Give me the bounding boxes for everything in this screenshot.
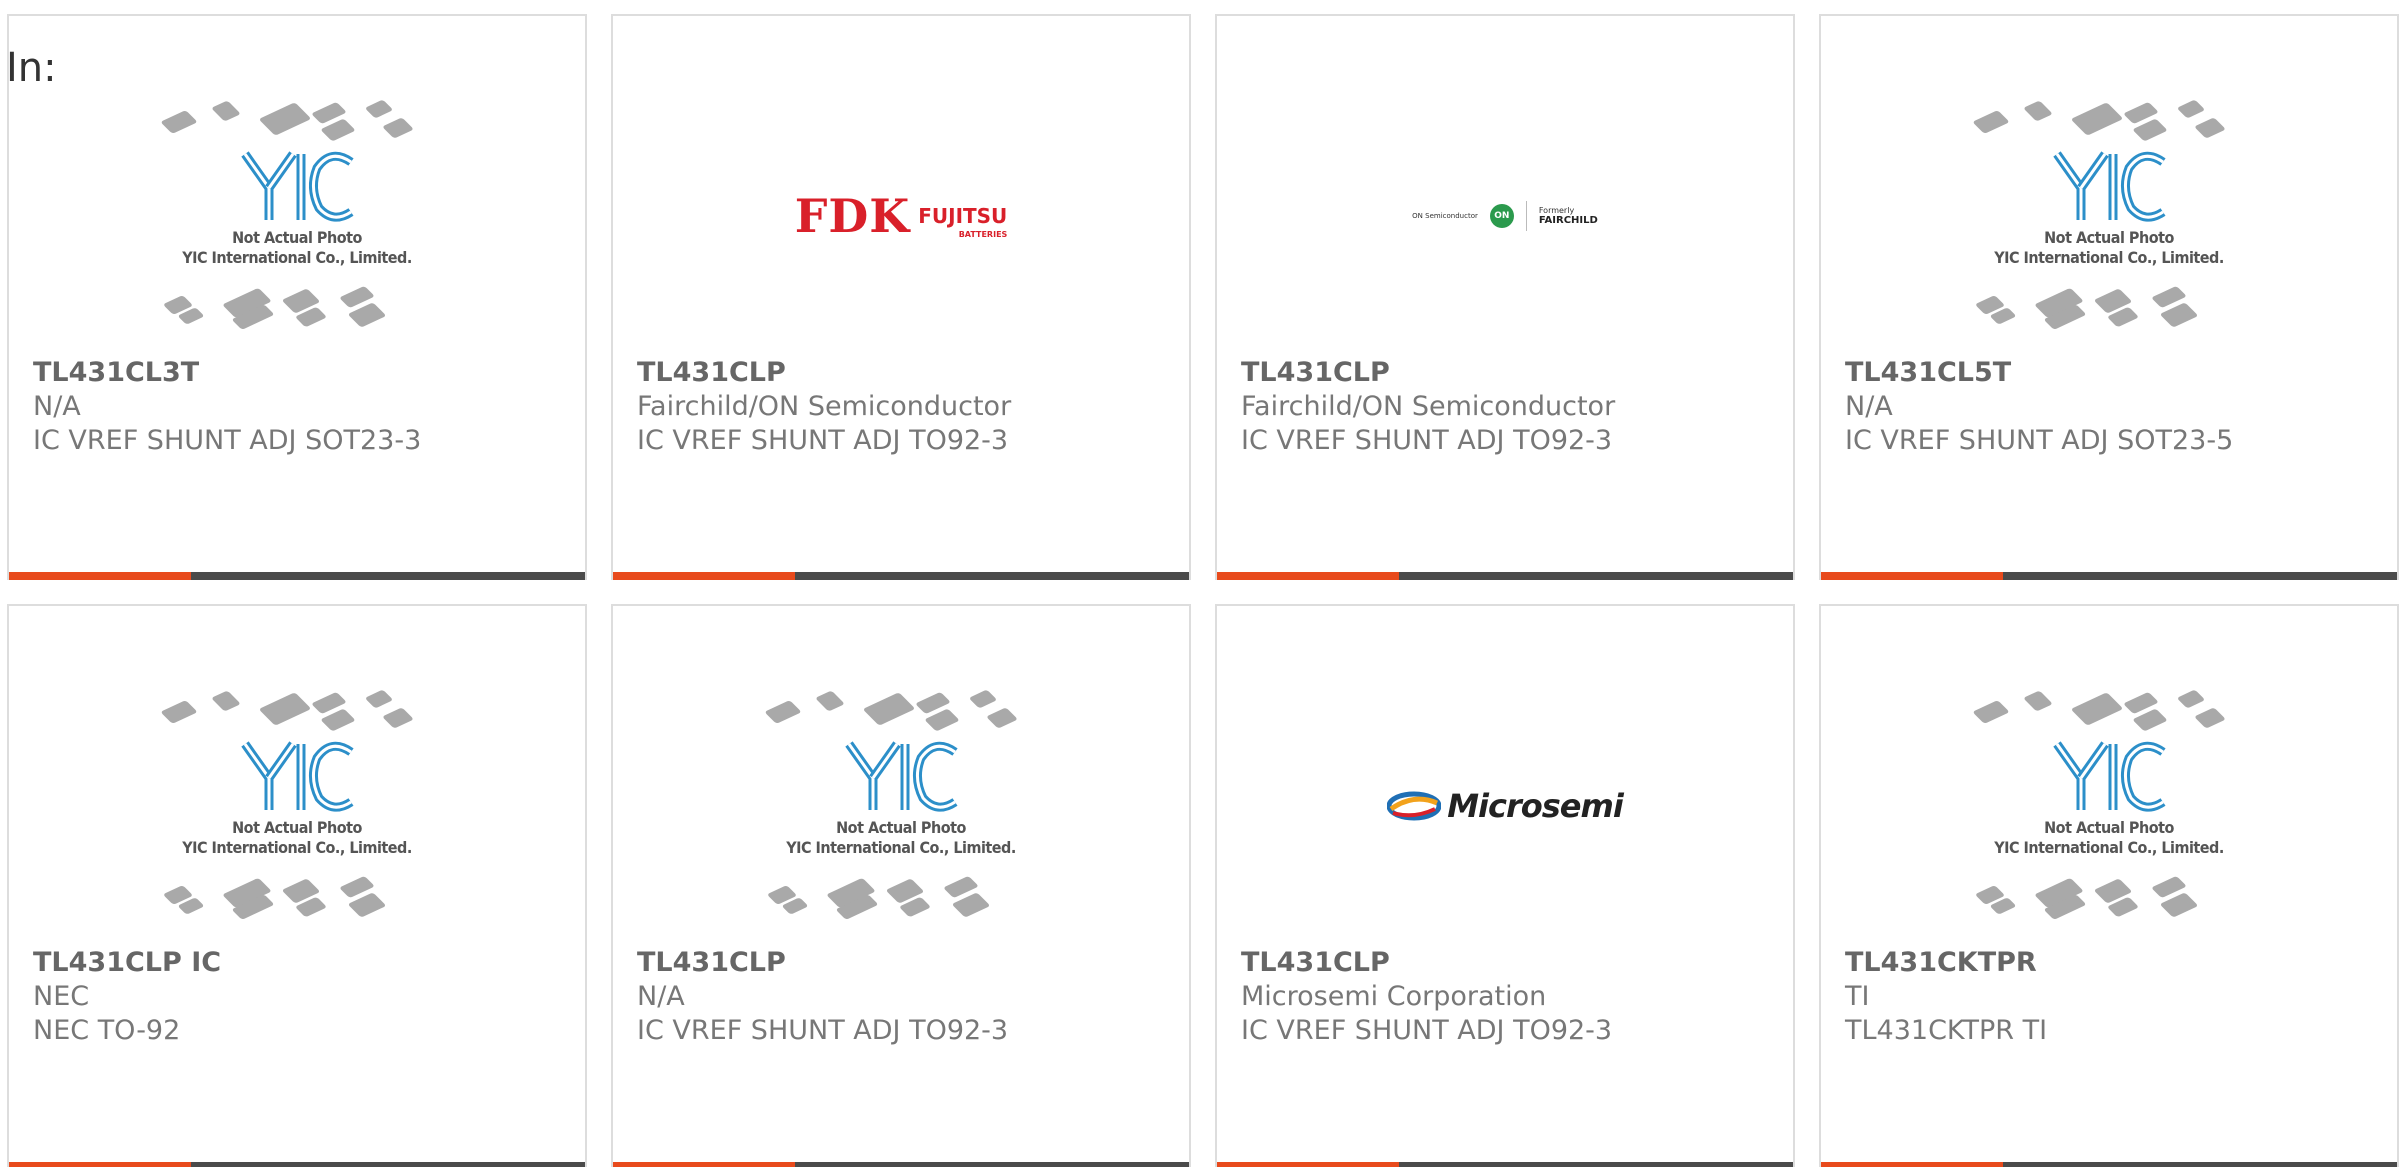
chip-shape bbox=[815, 690, 845, 712]
product-card[interactable]: Not Actual Photo YIC International Co., L… bbox=[1819, 604, 2399, 1167]
product-card[interactable]: FDK FUJITSU BATTERIES TL431CLP Fairchild… bbox=[611, 14, 1191, 580]
card-bar bbox=[1821, 572, 2397, 580]
manufacturer: N/A bbox=[33, 391, 81, 422]
placeholder-company: YIC International Co., Limited. bbox=[182, 248, 412, 267]
yic-placeholder-image: Not Actual Photo YIC International Co., L… bbox=[147, 96, 447, 336]
yic-placeholder-image: Not Actual Photo YIC International Co., L… bbox=[1959, 96, 2259, 336]
description: TL431CKTPR TI bbox=[1845, 1015, 2048, 1046]
chip-shape bbox=[160, 110, 198, 134]
product-image[interactable]: Microsemi bbox=[1217, 686, 1793, 926]
part-number[interactable]: TL431CLP bbox=[637, 946, 1179, 980]
manufacturer: Fairchild/ON Semiconductor bbox=[637, 391, 1012, 422]
fdk-fujitsu-logo: FDK FUJITSU BATTERIES bbox=[794, 189, 1008, 243]
card-bar bbox=[613, 1162, 1189, 1167]
chip-shape bbox=[1972, 700, 2010, 724]
product-card[interactable]: ON Semiconductor ON Formerly FAIRCHILD T… bbox=[1215, 14, 1795, 580]
description: IC VREF SHUNT ADJ SOT23-3 bbox=[33, 425, 422, 456]
microsemi-logo: Microsemi bbox=[1387, 787, 1624, 825]
yic-logo-icon bbox=[845, 741, 958, 812]
chip-shape bbox=[211, 100, 241, 122]
chip-shape bbox=[862, 692, 916, 726]
product-grid: Not Actual Photo YIC International Co., L… bbox=[7, 14, 2400, 1167]
microsemi-swirl-icon bbox=[1387, 791, 1442, 821]
product-image[interactable]: Not Actual Photo YIC International Co., L… bbox=[1821, 686, 2397, 926]
chip-shape bbox=[2194, 117, 2226, 139]
card-bar bbox=[9, 1162, 585, 1167]
chip-shape bbox=[258, 102, 312, 136]
product-image[interactable]: Not Actual Photo YIC International Co., L… bbox=[9, 96, 585, 336]
description: IC VREF SHUNT ADJ TO92-3 bbox=[637, 425, 1009, 456]
product-image[interactable]: Not Actual Photo YIC International Co., L… bbox=[1821, 96, 2397, 336]
chip-shape bbox=[2176, 689, 2206, 709]
chip-shape bbox=[211, 690, 241, 712]
yic-placeholder-image: Not Actual Photo YIC International Co., L… bbox=[147, 686, 447, 926]
part-number[interactable]: TL431CL5T bbox=[1845, 356, 2387, 390]
product-card[interactable]: Not Actual Photo YIC International Co., L… bbox=[611, 604, 1191, 1167]
part-number[interactable]: TL431CLP IC bbox=[33, 946, 575, 980]
chip-shape bbox=[764, 700, 802, 724]
chip-shape bbox=[2070, 102, 2124, 136]
description: IC VREF SHUNT ADJ SOT23-5 bbox=[1845, 425, 2234, 456]
product-card[interactable]: Not Actual Photo YIC International Co., L… bbox=[1819, 14, 2399, 580]
placeholder-company: YIC International Co., Limited. bbox=[786, 838, 1016, 857]
product-image[interactable]: Not Actual Photo YIC International Co., L… bbox=[613, 686, 1189, 926]
part-number[interactable]: TL431CKTPR bbox=[1845, 946, 2387, 980]
yic-placeholder-image: Not Actual Photo YIC International Co., L… bbox=[751, 686, 1051, 926]
chip-shape bbox=[364, 689, 394, 709]
chip-shape bbox=[2023, 690, 2053, 712]
placeholder-company: YIC International Co., Limited. bbox=[182, 838, 412, 857]
placeholder-company: YIC International Co., Limited. bbox=[1994, 838, 2224, 857]
manufacturer: Microsemi Corporation bbox=[1241, 981, 1547, 1012]
chip-shape bbox=[382, 707, 414, 729]
part-number[interactable]: TL431CLP bbox=[1241, 356, 1783, 390]
yic-logo-icon bbox=[241, 151, 354, 222]
manufacturer: TI bbox=[1845, 981, 1870, 1012]
onsemi-fairchild-logo: ON Semiconductor ON Formerly FAIRCHILD bbox=[1412, 201, 1598, 231]
product-image[interactable]: ON Semiconductor ON Formerly FAIRCHILD bbox=[1217, 96, 1793, 336]
placeholder-company: YIC International Co., Limited. bbox=[1994, 248, 2224, 267]
chip-shape bbox=[160, 700, 198, 724]
card-bar bbox=[1821, 1162, 2397, 1167]
in-label: In: bbox=[6, 45, 57, 91]
chip-shape bbox=[2070, 692, 2124, 726]
yic-placeholder-image: Not Actual Photo YIC International Co., L… bbox=[1959, 686, 2259, 926]
part-number[interactable]: TL431CL3T bbox=[33, 356, 575, 390]
part-number[interactable]: TL431CLP bbox=[637, 356, 1179, 390]
card-bar bbox=[1217, 1162, 1793, 1167]
yic-logo-icon bbox=[2053, 741, 2166, 812]
card-bar bbox=[1217, 572, 1793, 580]
placeholder-caption: Not Actual Photo bbox=[2044, 228, 2174, 247]
description: IC VREF SHUNT ADJ TO92-3 bbox=[637, 1015, 1009, 1046]
part-number[interactable]: TL431CLP bbox=[1241, 946, 1783, 980]
description: IC VREF SHUNT ADJ TO92-3 bbox=[1241, 1015, 1613, 1046]
description: NEC TO-92 bbox=[33, 1015, 181, 1046]
chip-shape bbox=[1972, 110, 2010, 134]
product-image[interactable]: Not Actual Photo YIC International Co., L… bbox=[9, 686, 585, 926]
chip-shape bbox=[2194, 707, 2226, 729]
chip-shape bbox=[986, 707, 1018, 729]
chip-shape bbox=[2023, 100, 2053, 122]
yic-logo-icon bbox=[2053, 151, 2166, 222]
product-card[interactable]: Not Actual Photo YIC International Co., L… bbox=[7, 14, 587, 580]
product-card[interactable]: Microsemi TL431CLP Microsemi Corporation… bbox=[1215, 604, 1795, 1167]
placeholder-caption: Not Actual Photo bbox=[2044, 818, 2174, 837]
description: IC VREF SHUNT ADJ TO92-3 bbox=[1241, 425, 1613, 456]
chip-shape bbox=[364, 99, 394, 119]
product-image[interactable]: FDK FUJITSU BATTERIES bbox=[613, 96, 1189, 336]
chip-shape bbox=[968, 689, 998, 709]
yic-logo-icon bbox=[241, 741, 354, 812]
placeholder-caption: Not Actual Photo bbox=[232, 818, 362, 837]
product-card[interactable]: Not Actual Photo YIC International Co., L… bbox=[7, 604, 587, 1167]
chip-shape bbox=[382, 117, 414, 139]
placeholder-caption: Not Actual Photo bbox=[232, 228, 362, 247]
card-bar bbox=[9, 572, 585, 580]
manufacturer: Fairchild/ON Semiconductor bbox=[1241, 391, 1616, 422]
manufacturer: NEC bbox=[33, 981, 90, 1012]
manufacturer: N/A bbox=[1845, 391, 1893, 422]
placeholder-caption: Not Actual Photo bbox=[836, 818, 966, 837]
chip-shape bbox=[258, 692, 312, 726]
chip-shape bbox=[2176, 99, 2206, 119]
manufacturer: N/A bbox=[637, 981, 685, 1012]
card-bar bbox=[613, 572, 1189, 580]
